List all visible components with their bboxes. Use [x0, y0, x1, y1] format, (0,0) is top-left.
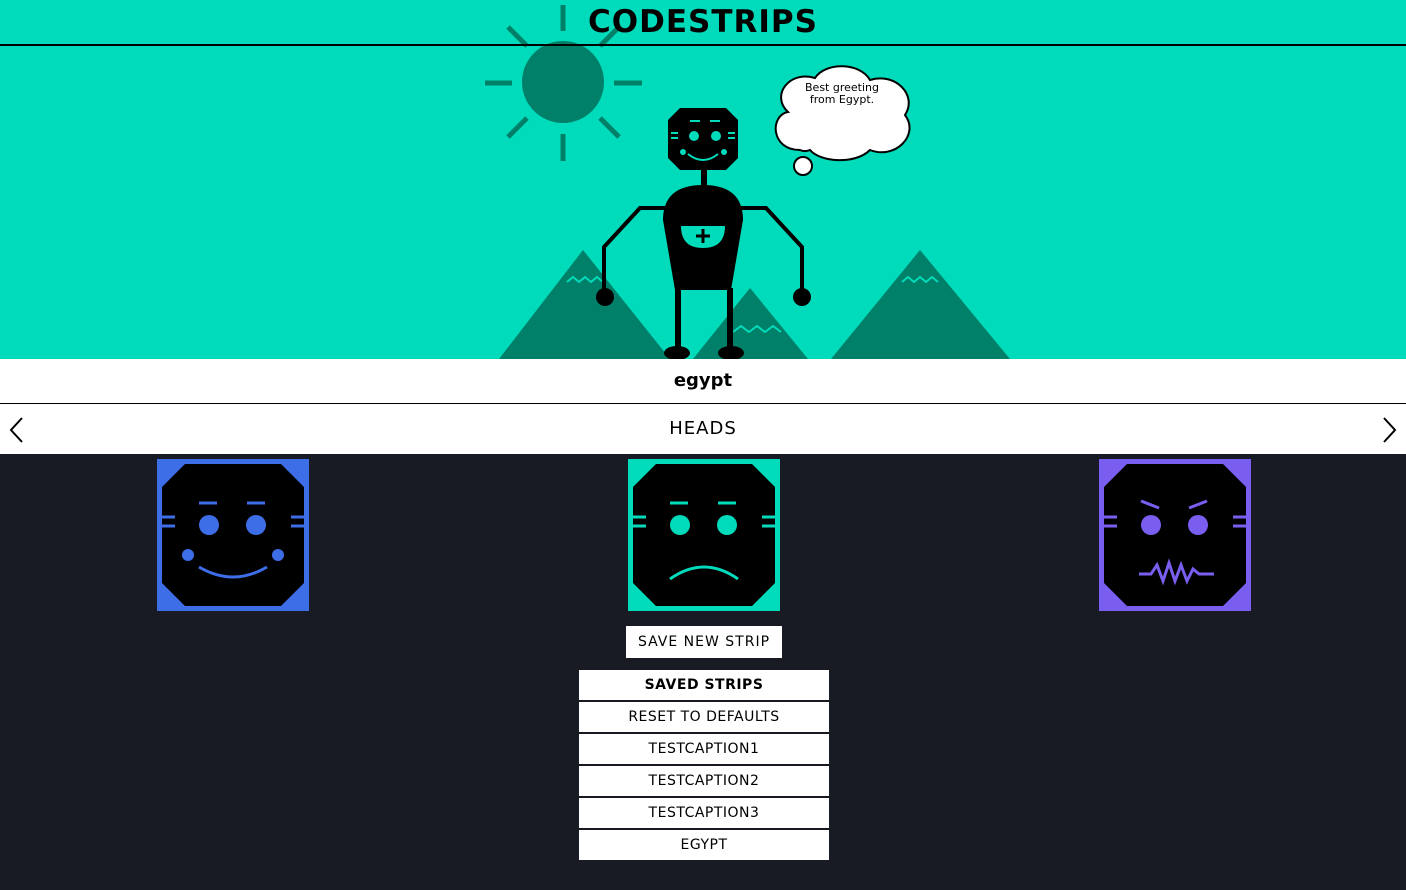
- save-new-strip-button[interactable]: SAVE NEW STRIP: [626, 626, 782, 658]
- saved-strips-header: SAVED STRIPS: [579, 670, 829, 700]
- section-title: HEADS: [669, 418, 737, 439]
- scene-illustration: [485, 5, 1010, 359]
- saved-strip-item[interactable]: EGYPT: [579, 830, 829, 860]
- head-option-angry[interactable]: [1099, 459, 1251, 611]
- chevron-right-icon[interactable]: [1377, 416, 1401, 444]
- head-option-sad[interactable]: [628, 459, 780, 611]
- saved-strip-item[interactable]: TESTCAPTION1: [579, 734, 829, 764]
- strip-caption: egypt: [0, 359, 1406, 404]
- mountains: [499, 250, 1010, 359]
- thought-bubble-text: Best greeting from Egypt.: [805, 81, 879, 106]
- reset-to-defaults-button[interactable]: RESET TO DEFAULTS: [579, 702, 829, 732]
- saved-strips-list: SAVED STRIPS RESET TO DEFAULTS TESTCAPTI…: [579, 670, 829, 862]
- comic-scene: CODESTRIPS Best greeting from Egypt.: [0, 0, 1406, 359]
- title-bar: CODESTRIPS: [0, 0, 1406, 46]
- saved-strip-item[interactable]: TESTCAPTION2: [579, 766, 829, 796]
- saved-strip-item[interactable]: TESTCAPTION3: [579, 798, 829, 828]
- part-picker-bar: HEADS: [0, 404, 1406, 454]
- app-title: CODESTRIPS: [588, 4, 818, 40]
- head-option-happy[interactable]: [157, 459, 309, 611]
